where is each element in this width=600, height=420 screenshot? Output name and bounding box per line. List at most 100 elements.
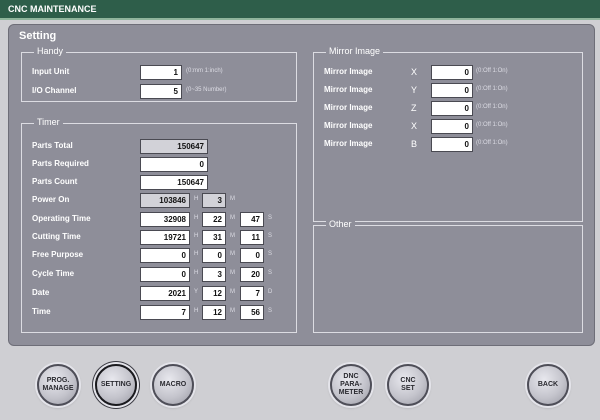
cutting-time-seconds-unit: S [268,233,273,239]
free-purpose-row: Free Purpose 0 H 0 M 0 S [22,248,296,263]
other-group-title: Other [326,219,355,229]
cutting-time-label: Cutting Time [32,232,81,241]
mirror-image-row: Mirror Image Y 0 (0:Off 1:On) [314,83,582,98]
mirror-image-field[interactable]: 0 [431,137,473,152]
timer-group-title: Timer [34,117,63,127]
mirror-image-field[interactable]: 0 [431,119,473,134]
operating-time-hours-unit: H [194,215,199,221]
mirror-image-field[interactable]: 0 [431,101,473,116]
dnc-parameter-button-label: DNC PARA- METER [338,373,364,396]
mirror-image-label: Mirror Image [324,67,373,76]
macro-button-label: MACRO [159,381,187,388]
operating-time-row: Operating Time 32908 H 22 M 47 S [22,212,296,227]
operating-time-label: Operating Time [32,214,91,223]
time-seconds-field[interactable]: 56 [240,305,264,320]
handy-group-title: Handy [34,46,67,56]
input-unit-label: Input Unit [32,67,70,76]
back-button-label: BACK [537,381,559,388]
mirror-image-group-title: Mirror Image [326,46,384,56]
input-unit-field[interactable]: 1 [140,65,182,80]
power-on-minutes-unit: M [230,196,235,202]
mirror-image-hint: (0:Off 1:On) [476,140,508,146]
date-year-field[interactable]: 2021 [140,286,190,301]
dnc-parameter-button[interactable]: DNC PARA- METER [330,364,372,406]
cutting-time-seconds-field[interactable]: 11 [240,230,264,245]
free-purpose-minutes-unit: M [230,251,235,257]
date-row: Date 2021 Y 12 M 7 D [22,286,296,301]
date-month-field[interactable]: 12 [202,286,226,301]
time-row: Time 7 H 12 M 56 S [22,305,296,320]
operating-time-seconds-unit: S [268,215,273,221]
power-on-hours-field: 103846 [140,193,190,208]
free-purpose-seconds-field[interactable]: 0 [240,248,264,263]
power-on-hours-unit: H [194,196,199,202]
cycle-time-hours-field[interactable]: 0 [140,267,190,282]
io-channel-field[interactable]: 5 [140,84,182,99]
power-on-row: Power On 103846 H 3 M [22,193,296,208]
setting-button-label: SETTING [100,381,132,388]
mirror-image-field[interactable]: 0 [431,83,473,98]
time-seconds-unit: S [268,308,273,314]
cutting-time-minutes-field[interactable]: 31 [202,230,226,245]
io-channel-row: I/O Channel 5 (0~35 Number) [22,84,296,99]
date-day-field[interactable]: 7 [240,286,264,301]
operating-time-seconds-field[interactable]: 47 [240,212,264,227]
mirror-image-label: Mirror Image [324,85,373,94]
free-purpose-minutes-field[interactable]: 0 [202,248,226,263]
parts-count-field[interactable]: 150647 [140,175,208,190]
time-minutes-unit: M [230,308,235,314]
cnc-set-button-label: CNC SET [400,377,416,392]
free-purpose-label: Free Purpose [32,250,84,259]
time-hours-field[interactable]: 7 [140,305,190,320]
parts-required-label: Parts Required [32,159,89,168]
cutting-time-minutes-unit: M [230,233,235,239]
parts-required-row: Parts Required 0 [22,157,296,172]
parts-total-label: Parts Total [32,141,73,150]
cycle-time-minutes-field[interactable]: 3 [202,267,226,282]
cutting-time-hours-unit: H [194,233,199,239]
mirror-image-row: Mirror Image Z 0 (0:Off 1:On) [314,101,582,116]
time-hours-unit: H [194,308,199,314]
parts-total-row: Parts Total 150647 [22,139,296,154]
power-on-label: Power On [32,195,70,204]
parts-count-label: Parts Count [32,177,78,186]
time-minutes-field[interactable]: 12 [202,305,226,320]
mirror-image-label: Mirror Image [324,121,373,130]
prog-manage-button[interactable]: PROG. MANAGE [37,364,79,406]
parts-count-row: Parts Count 150647 [22,175,296,190]
other-group: Other [313,219,583,333]
input-unit-hint: (0:mm 1:inch) [186,68,223,74]
date-day-unit: D [268,289,273,295]
mirror-image-group: Mirror Image Mirror Image X 0 (0:Off 1:O… [313,46,583,222]
setting-button[interactable]: SETTING [95,364,137,406]
cutting-time-hours-field[interactable]: 19721 [140,230,190,245]
mirror-image-row: Mirror Image B 0 (0:Off 1:On) [314,137,582,152]
timer-group: Timer Parts Total 150647 Parts Required … [21,117,297,333]
cnc-set-button[interactable]: CNC SET [387,364,429,406]
operating-time-hours-field[interactable]: 32908 [140,212,190,227]
section-title: Setting [19,30,57,42]
time-label: Time [32,307,51,316]
mirror-image-row: Mirror Image X 0 (0:Off 1:On) [314,119,582,134]
mirror-image-row: Mirror Image X 0 (0:Off 1:On) [314,65,582,80]
io-channel-hint: (0~35 Number) [186,87,227,93]
input-unit-row: Input Unit 1 (0:mm 1:inch) [22,65,296,80]
window-title: CNC MAINTENANCE [8,4,97,14]
cycle-time-seconds-field[interactable]: 20 [240,267,264,282]
setting-panel: Setting Handy Input Unit 1 (0:mm 1:inch)… [8,24,595,346]
mirror-axis-label: X [411,121,418,131]
mirror-image-field[interactable]: 0 [431,65,473,80]
mirror-image-hint: (0:Off 1:On) [476,68,508,74]
parts-total-field: 150647 [140,139,208,154]
free-purpose-seconds-unit: S [268,251,273,257]
cycle-time-label: Cycle Time [32,269,75,278]
free-purpose-hours-field[interactable]: 0 [140,248,190,263]
io-channel-label: I/O Channel [32,86,77,95]
parts-required-field[interactable]: 0 [140,157,208,172]
date-label: Date [32,288,50,297]
operating-time-minutes-field[interactable]: 22 [202,212,226,227]
back-button[interactable]: BACK [527,364,569,406]
mirror-image-hint: (0:Off 1:On) [476,122,508,128]
mirror-image-label: Mirror Image [324,139,373,148]
macro-button[interactable]: MACRO [152,364,194,406]
